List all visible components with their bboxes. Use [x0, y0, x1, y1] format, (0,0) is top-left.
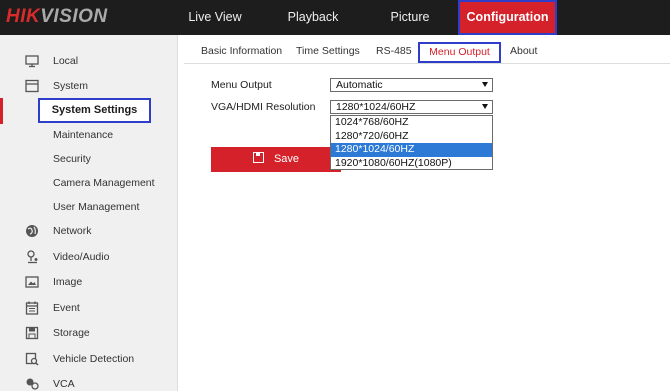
- sidebar-item-label: Vehicle Detection: [53, 353, 135, 365]
- menu-output-value: Automatic: [336, 79, 383, 91]
- resolution-dropdown-list: 1024*768/60HZ 1280*720/60HZ 1280*1024/60…: [330, 115, 493, 170]
- resolution-label: VGA/HDMI Resolution: [211, 101, 316, 113]
- nav-picture[interactable]: Picture: [375, 0, 445, 35]
- menu-output-label: Menu Output: [211, 79, 272, 91]
- resolution-option[interactable]: 1920*1080/60HZ(1080P): [331, 157, 492, 171]
- sidebar-item-security[interactable]: Security: [0, 148, 178, 170]
- vca-icon: [26, 378, 39, 390]
- sidebar-item-label: Event: [53, 302, 80, 314]
- sidebar-item-video-audio[interactable]: Video/Audio: [0, 246, 178, 268]
- resolution-value: 1280*1024/60HZ: [336, 101, 416, 113]
- sidebar-item-local[interactable]: Local: [0, 50, 178, 72]
- video-audio-icon: [27, 250, 38, 264]
- top-navigation-bar: HIKVISION Live View Playback Picture Con…: [0, 0, 670, 35]
- floppy-disk-icon: [252, 152, 264, 163]
- sidebar-item-label: Maintenance: [53, 129, 114, 141]
- sidebar-item-label: User Management: [53, 201, 140, 213]
- nav-configuration[interactable]: Configuration: [458, 0, 557, 35]
- sidebar-item-label: Security: [53, 153, 91, 165]
- sidebar-item-maintenance[interactable]: Maintenance: [0, 124, 178, 146]
- sidebar-item-label: Video/Audio: [53, 251, 110, 263]
- sidebar-item-label: System Settings: [51, 104, 138, 116]
- sidebar-item-image[interactable]: Image: [0, 271, 178, 293]
- tab-about[interactable]: About: [510, 40, 537, 62]
- tab-divider: [184, 63, 670, 64]
- sidebar-item-event[interactable]: Event: [0, 297, 178, 319]
- save-button[interactable]: Save: [211, 147, 341, 172]
- vehicle-detection-icon: [25, 352, 39, 366]
- sidebar-item-label: Local: [53, 55, 79, 67]
- nav-live-view[interactable]: Live View: [180, 0, 250, 35]
- chevron-down-icon: [482, 82, 488, 87]
- sidebar-item-vehicle-detection[interactable]: Vehicle Detection: [0, 348, 178, 370]
- sidebar-item-user-management[interactable]: User Management: [0, 196, 178, 218]
- tab-basic-information[interactable]: Basic Information: [201, 40, 282, 62]
- system-icon: [25, 79, 39, 93]
- sidebar-item-system[interactable]: System: [0, 75, 178, 97]
- nav-playback[interactable]: Playback: [278, 0, 348, 35]
- sidebar-item-label: Network: [53, 225, 92, 237]
- sidebar-item-label: Camera Management: [53, 177, 155, 189]
- resolution-option-highlighted[interactable]: 1280*1024/60HZ: [331, 143, 492, 157]
- tab-rs-485[interactable]: RS-485: [376, 40, 412, 62]
- sidebar-item-label: Storage: [53, 327, 90, 339]
- resolution-option[interactable]: 1024*768/60HZ: [331, 116, 492, 130]
- menu-output-select[interactable]: Automatic: [330, 78, 493, 92]
- calendar-icon: [25, 301, 39, 315]
- selected-indicator: [0, 98, 3, 124]
- resolution-option[interactable]: 1280*720/60HZ: [331, 130, 492, 144]
- sidebar-item-camera-management[interactable]: Camera Management: [0, 172, 178, 194]
- monitor-icon: [25, 55, 39, 68]
- tab-time-settings[interactable]: Time Settings: [296, 40, 360, 62]
- sidebar-item-system-settings[interactable]: System Settings: [38, 98, 151, 123]
- sidebar-item-vca[interactable]: VCA: [0, 373, 178, 391]
- hikvision-logo: HIKVISION: [6, 6, 108, 27]
- sidebar-item-storage[interactable]: Storage: [0, 322, 178, 344]
- image-icon: [25, 276, 39, 288]
- save-label: Save: [273, 153, 300, 165]
- globe-icon: [26, 225, 38, 237]
- sidebar: Local System System Settings Maintenance…: [0, 35, 178, 391]
- sidebar-item-label: Image: [53, 276, 83, 288]
- resolution-select[interactable]: 1280*1024/60HZ: [330, 100, 493, 114]
- sidebar-item-network[interactable]: Network: [0, 220, 178, 242]
- sidebar-item-label: VCA: [53, 378, 75, 390]
- sidebar-item-label: System: [53, 80, 89, 92]
- tab-menu-output[interactable]: Menu Output: [418, 42, 501, 63]
- storage-icon: [25, 326, 39, 340]
- chevron-down-icon: [482, 104, 488, 109]
